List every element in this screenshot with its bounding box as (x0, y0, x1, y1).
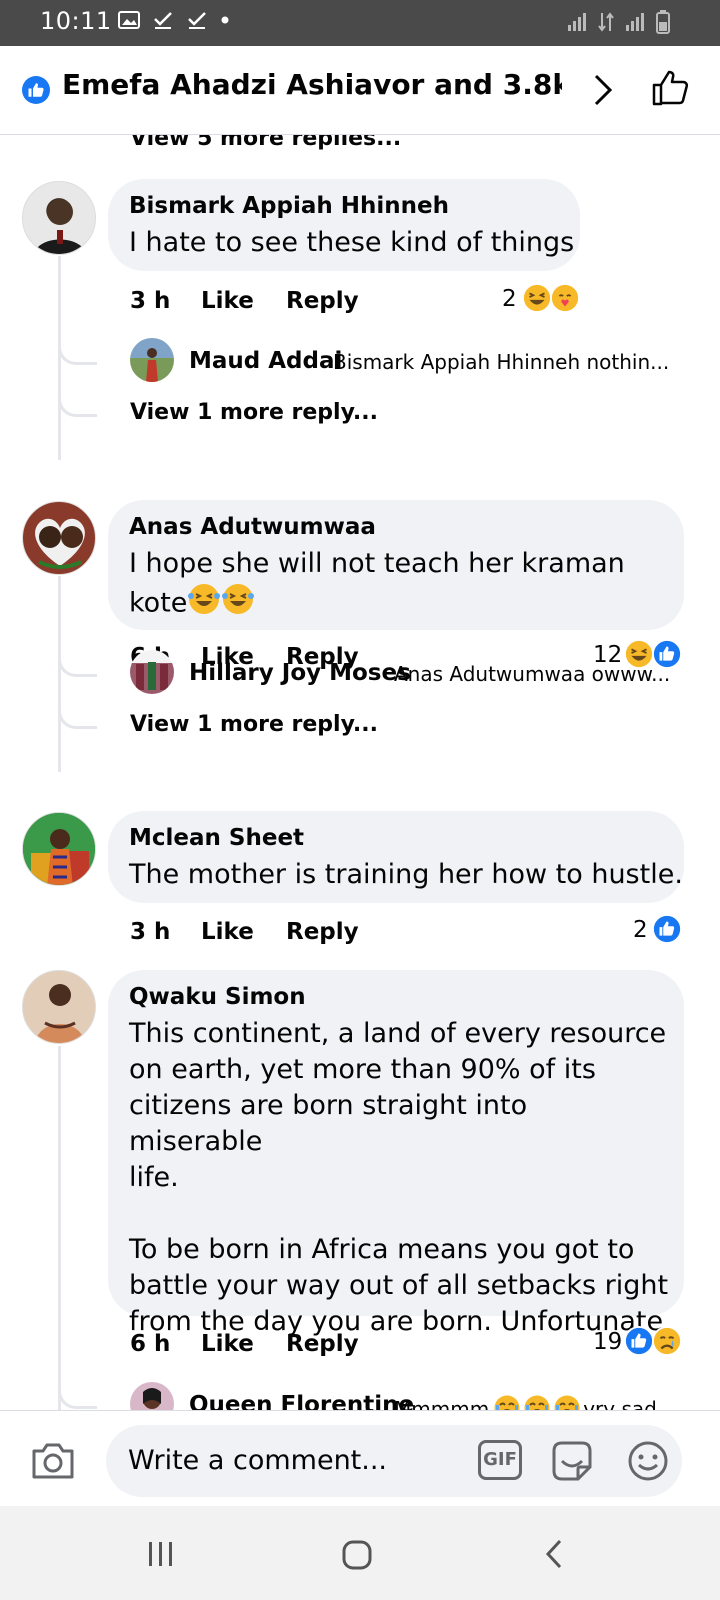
comment-text-line: on earth, yet more than 90% of its (129, 1054, 596, 1085)
comment-time: 6 h (130, 1331, 171, 1357)
sad-reaction-icon (652, 1326, 682, 1356)
reaction-count: 19 (593, 1329, 623, 1355)
like-button[interactable]: Like (201, 919, 254, 945)
view-more-replies-link[interactable]: View 1 more reply... (130, 400, 378, 425)
reply-button[interactable]: Reply (286, 919, 359, 945)
check-icon (154, 12, 172, 29)
comment-text-line (129, 1196, 669, 1232)
system-status-icons (566, 10, 670, 34)
battery-icon (656, 10, 670, 34)
data-transfer-icon (598, 12, 614, 32)
thread-connector (58, 704, 97, 729)
reply-button[interactable]: Reply (286, 288, 359, 314)
camera-icon[interactable] (30, 1441, 76, 1481)
avatar[interactable] (130, 338, 174, 382)
comments-sheet: Emefa Ahadzi Ashiavor and 3.8k oth... Vi… (0, 46, 720, 1600)
comment-author[interactable]: Bismark Appiah Hhinneh (129, 193, 449, 219)
reaction-count: 2 (502, 286, 517, 312)
system-navigation-bar (0, 1506, 720, 1600)
like-reaction-icon (624, 1326, 654, 1356)
reaction-count: 2 (633, 917, 648, 943)
comment-text: The mother is training her how to hustle… (129, 859, 683, 890)
reactions-summary-title[interactable]: Emefa Ahadzi Ashiavor and 3.8k oth... (62, 68, 562, 101)
care-reaction-icon (550, 283, 580, 313)
back-icon[interactable] (544, 1538, 564, 1570)
comment-text-line: This continent, a land of every resource (129, 1018, 667, 1049)
status-bar: 10:11 (0, 0, 720, 46)
dot-icon (221, 16, 229, 24)
comment-text: I hate to see these kind of things (129, 227, 575, 258)
comment-bubble[interactable]: Anas Adutwumwaa I hope she will not teac… (108, 500, 684, 630)
thread-connector (58, 652, 97, 677)
thread-connector (58, 340, 97, 365)
thread-line (58, 576, 61, 772)
avatar[interactable] (22, 501, 96, 575)
comment-text: I hope she will not teach her kraman kot… (129, 546, 669, 626)
reply-author[interactable]: Maud Addai (189, 348, 342, 374)
reactions-header[interactable]: Emefa Ahadzi Ashiavor and 3.8k oth... (0, 46, 720, 135)
comment-composer: Write a comment... GIF (0, 1410, 720, 1507)
signal-icon (626, 13, 644, 31)
recent-apps-icon[interactable] (147, 1540, 175, 1568)
thread-connector (58, 1384, 97, 1409)
reply-author[interactable]: Hillary Joy Moses (189, 660, 411, 686)
gif-label: GIF (483, 1449, 517, 1470)
check-icon (188, 12, 206, 29)
gallery-icon (118, 11, 140, 29)
reply-button[interactable]: Reply (286, 1331, 359, 1357)
comment-author[interactable]: Anas Adutwumwaa (129, 514, 376, 540)
comment-input-placeholder: Write a comment... (128, 1445, 388, 1476)
comment-time: 3 h (130, 919, 171, 945)
sticker-icon[interactable] (550, 1439, 594, 1483)
avatar[interactable] (22, 812, 96, 886)
like-outline-icon[interactable] (650, 68, 690, 108)
like-button[interactable]: Like (201, 288, 254, 314)
notification-icons (118, 10, 230, 30)
comment-text-line: life. (129, 1162, 179, 1193)
reply-preview-text[interactable]: Bismark Appiah Hhinneh nothin... (333, 350, 669, 374)
comment-input[interactable]: Write a comment... GIF (106, 1425, 682, 1497)
comment-text-line: battle your way out of all setbacks righ… (129, 1270, 669, 1301)
comment-bubble[interactable]: Bismark Appiah Hhinneh I hate to see the… (108, 179, 580, 271)
comment-author[interactable]: Qwaku Simon (129, 984, 306, 1010)
home-icon[interactable] (342, 1540, 372, 1570)
thread-line (58, 256, 61, 460)
emoji-icon[interactable] (626, 1439, 670, 1483)
comment-time: 3 h (130, 288, 171, 314)
comment-text-line: To be born in Africa means you got to (129, 1234, 635, 1265)
like-reaction-icon (22, 76, 50, 104)
thread-connector (58, 392, 97, 417)
haha-reaction-icon (522, 283, 552, 313)
like-button[interactable]: Like (201, 1331, 254, 1357)
view-more-replies-link[interactable]: View 1 more reply... (130, 712, 378, 737)
avatar[interactable] (130, 650, 174, 694)
gif-button[interactable]: GIF (478, 1440, 522, 1480)
chevron-right-icon[interactable] (592, 72, 614, 108)
avatar[interactable] (22, 970, 96, 1044)
comment-text-line: citizens are born straight into miserabl… (129, 1090, 528, 1157)
avatar[interactable] (22, 181, 96, 255)
comment-author[interactable]: Mclean Sheet (129, 825, 304, 851)
signal-icon (568, 13, 586, 31)
status-time: 10:11 (40, 7, 112, 35)
comment-bubble[interactable]: Mclean Sheet The mother is training her … (108, 811, 684, 903)
comment-list[interactable]: View 5 more replies... Bismark Appiah Hh… (0, 134, 720, 1456)
like-reaction-icon (652, 914, 682, 944)
comment-bubble[interactable]: Qwaku Simon This continent, a land of ev… (108, 970, 684, 1337)
reply-preview-text[interactable]: Anas Adutwumwaa owww... (394, 662, 670, 686)
view-more-replies-link[interactable]: View 5 more replies... (130, 134, 401, 151)
crying-laughing-emoji (187, 582, 255, 626)
comment-text: This continent, a land of every resource… (129, 1016, 669, 1340)
